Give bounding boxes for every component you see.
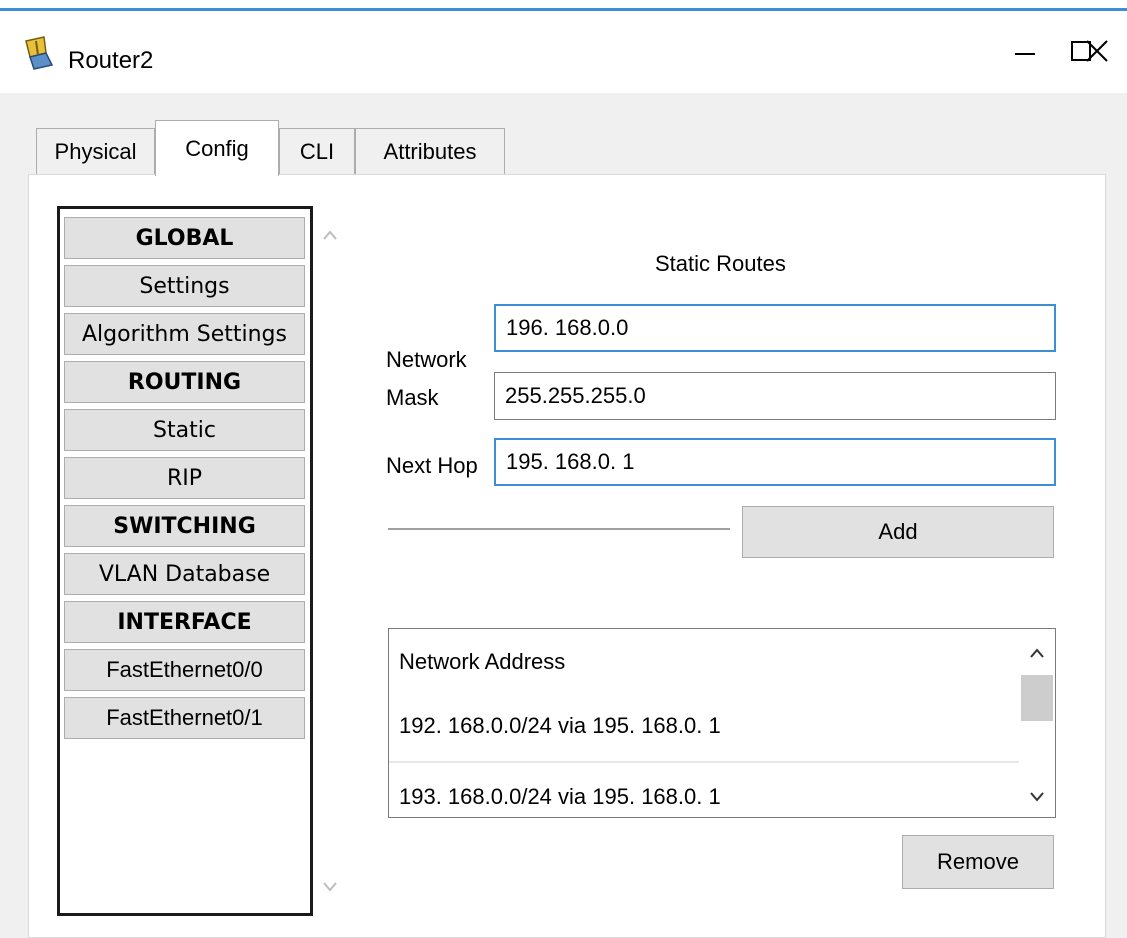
title-bar: Router2	[0, 11, 1127, 93]
network-address-list[interactable]: Network Address 192. 168.0.0/24 via 195.…	[388, 628, 1056, 818]
scroll-up-icon[interactable]	[313, 218, 347, 252]
next-hop-input[interactable]: 195. 168.0. 1	[494, 438, 1056, 486]
router-icon	[22, 35, 58, 71]
tab-attributes[interactable]: Attributes	[355, 128, 505, 174]
network-label: Network	[386, 347, 467, 372]
remove-button[interactable]: Remove	[902, 835, 1054, 889]
sidebar-header-interface[interactable]: INTERFACE	[64, 601, 305, 643]
tab-cli[interactable]: CLI	[279, 128, 355, 174]
mask-label: Mask	[386, 385, 439, 410]
list-item[interactable]: 193. 168.0.0/24 via 195. 168.0. 1	[389, 761, 1019, 817]
minimize-icon	[1014, 40, 1036, 67]
desktop-edge	[0, 0, 1127, 11]
sidebar-item-settings[interactable]: Settings	[64, 265, 305, 307]
close-icon	[1085, 39, 1109, 68]
close-button[interactable]	[1067, 25, 1127, 81]
sidebar-item-fastethernet0-1[interactable]: FastEthernet0/1	[64, 697, 305, 739]
sidebar-item-rip[interactable]: RIP	[64, 457, 305, 499]
tab-config[interactable]: Config	[155, 120, 279, 176]
list-header: Network Address	[399, 649, 566, 674]
sidebar-item-algorithm-settings[interactable]: Algorithm Settings	[64, 313, 305, 355]
scroll-thumb[interactable]	[1021, 675, 1053, 721]
sidebar-item-vlan-database[interactable]: VLAN Database	[64, 553, 305, 595]
next-hop-label: Next Hop	[386, 453, 478, 478]
sidebar-header-routing[interactable]: ROUTING	[64, 361, 305, 403]
static-routes-title: Static Routes	[655, 251, 786, 276]
sidebar-item-static[interactable]: Static	[64, 409, 305, 451]
scroll-down-icon[interactable]	[1019, 779, 1055, 815]
sidebar-header-global[interactable]: GLOBAL	[64, 217, 305, 259]
window-title: Router2	[68, 47, 154, 74]
tab-physical[interactable]: Physical	[36, 128, 155, 174]
sidebar-scrollbar[interactable]	[313, 206, 347, 916]
scroll-up-icon[interactable]	[1019, 635, 1055, 671]
config-sidebar: GLOBAL Settings Algorithm Settings ROUTI…	[57, 206, 313, 916]
list-item[interactable]: 192. 168.0.0/24 via 195. 168.0. 1	[389, 707, 1019, 745]
add-button[interactable]: Add	[742, 506, 1054, 558]
network-input[interactable]: 196. 168.0.0	[494, 304, 1056, 352]
sidebar-item-fastethernet0-0[interactable]: FastEthernet0/0	[64, 649, 305, 691]
separator-line	[388, 528, 730, 530]
list-scrollbar[interactable]	[1019, 629, 1055, 817]
sidebar-header-switching[interactable]: SWITCHING	[64, 505, 305, 547]
scroll-down-icon[interactable]	[313, 870, 347, 904]
mask-input[interactable]: 255.255.255.0	[494, 372, 1056, 420]
